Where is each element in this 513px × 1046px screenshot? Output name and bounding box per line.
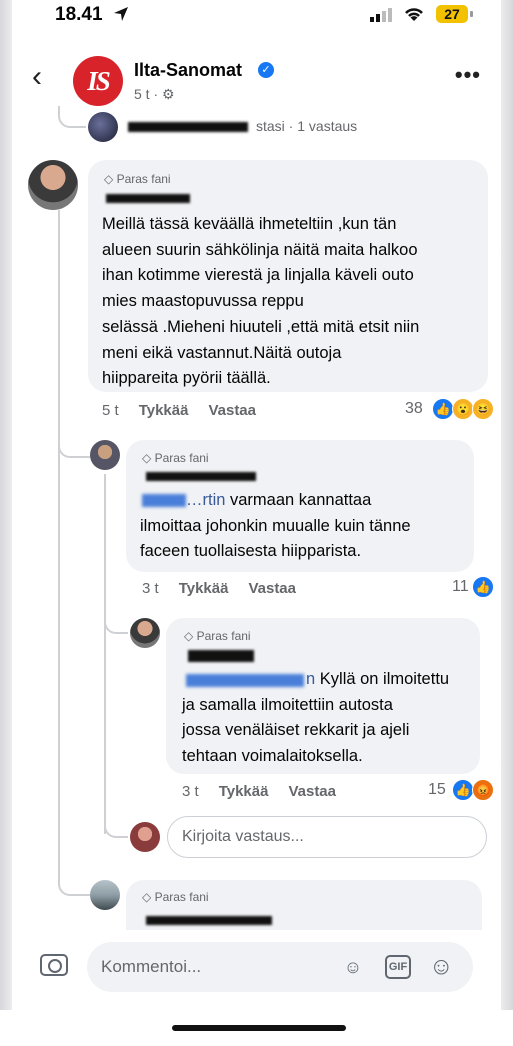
thread-line — [104, 474, 106, 834]
own-avatar — [130, 822, 160, 852]
comment-text: Meillä tässä keväällä ihmeteltiin ,kun t… — [102, 212, 486, 392]
reply-button[interactable]: Vastaa — [288, 783, 336, 800]
comment-actions: 3 t Tykkää Vastaa — [142, 580, 316, 597]
comment-line: ilmoittaa johonkin muualle kuin tänne — [140, 516, 411, 535]
redacted-name — [146, 472, 256, 481]
comment-line: Kyllä on ilmoitettu — [315, 670, 450, 688]
comment-composer: Kommentoi... ☺ GIF ☺ — [12, 930, 501, 1010]
like-button[interactable]: Tykkää — [179, 580, 229, 597]
comment-line: jossa venäläiset rekkarit ja ajeli — [182, 721, 410, 740]
comment-line: Meillä tässä keväällä ihmeteltiin ,kun t… — [102, 215, 397, 233]
commenter-avatar[interactable] — [88, 112, 118, 142]
verified-badge-icon: ✓ — [258, 62, 274, 78]
comment-text: n Kyllä on ilmoitettu ja samalla ilmoite… — [182, 667, 478, 770]
status-bar: 18.41 27 — [0, 0, 513, 34]
like-reaction-icon: 👍 — [452, 779, 474, 801]
status-time: 18.41 — [55, 4, 103, 25]
right-edge — [501, 0, 513, 1010]
thread-connector — [58, 870, 90, 896]
thread-connector — [104, 600, 128, 634]
commenter-avatar[interactable] — [90, 880, 120, 910]
wow-reaction-icon: 😮 — [452, 398, 474, 420]
battery-tip — [470, 11, 473, 17]
haha-reaction-icon: 😆 — [472, 398, 494, 420]
redacted-name — [106, 194, 190, 203]
home-indicator — [172, 1025, 346, 1031]
top-fan-label: Paras fani — [116, 172, 171, 186]
screen: 18.41 27 ‹ IS Ilta-Sanomat ✓ 5 t · ⚙ •••… — [0, 0, 513, 1046]
back-icon[interactable]: ‹ — [32, 62, 42, 92]
comment-line: hiippareita pyörii täällä. — [102, 369, 271, 388]
top-fan-badge: ◇ Paras fani — [142, 451, 209, 465]
like-button[interactable]: Tykkää — [139, 402, 189, 419]
top-fan-label: Paras fani — [154, 451, 209, 465]
comment-line: tehtaan voimalaitoksella. — [182, 747, 363, 766]
top-fan-badge: ◇ Paras fani — [104, 172, 171, 186]
thread-line — [58, 210, 60, 885]
avatar-sticker-icon[interactable]: ☺ — [341, 955, 365, 979]
comment-line: alueen suurin sähkölinja näitä maita hal… — [102, 240, 418, 259]
page-avatar[interactable]: IS — [73, 56, 123, 106]
reply-button[interactable]: Vastaa — [248, 580, 296, 597]
reply-button[interactable]: Vastaa — [208, 402, 256, 419]
comment-time: 5 t — [102, 402, 119, 419]
comment-line: ja samalla ilmoitettiin autosta — [182, 695, 393, 714]
reaction-count[interactable]: 11 — [452, 578, 469, 596]
post-time-value: 5 t — [134, 86, 150, 102]
reply-input[interactable]: Kirjoita vastaus... — [167, 816, 487, 858]
thread-connector — [58, 420, 90, 458]
commenter-avatar[interactable] — [90, 440, 120, 470]
location-arrow-icon — [114, 7, 128, 21]
commenter-avatar[interactable] — [28, 160, 78, 210]
page-name[interactable]: Ilta-Sanomat — [134, 60, 242, 81]
post-time: 5 t · ⚙ — [134, 86, 175, 102]
comment-time: 3 t — [182, 783, 199, 800]
replies-link[interactable]: stasi · 1 vastaus — [256, 118, 357, 134]
left-edge — [0, 0, 12, 1010]
comment-line: ihan kotimme vierestä ja linjalla käveli… — [102, 266, 414, 285]
thread-connector — [58, 106, 86, 128]
top-fan-badge: ◇ Paras fani — [142, 890, 209, 904]
comment-text: …rtin varmaan kannattaa ilmoittaa johonk… — [140, 488, 470, 565]
commenter-avatar[interactable] — [130, 618, 160, 648]
reaction-count[interactable]: 38 — [405, 400, 423, 418]
reaction-count[interactable]: 15 — [428, 781, 446, 799]
comment-actions: 5 t Tykkää Vastaa — [102, 402, 276, 419]
comment-line: varmaan kannattaa — [225, 491, 372, 509]
comment-time: 3 t — [142, 580, 159, 597]
battery-level: 27 — [444, 6, 460, 22]
top-fan-label: Paras fani — [154, 890, 209, 904]
redacted-name — [128, 122, 248, 132]
angry-reaction-icon: 😡 — [472, 779, 494, 801]
reply-input-placeholder: Kirjoita vastaus... — [182, 828, 304, 845]
cellular-signal-icon — [370, 8, 392, 22]
mention-link[interactable]: n — [306, 670, 315, 688]
redacted-name — [188, 650, 254, 662]
like-reaction-icon: 👍 — [472, 576, 494, 598]
emoji-icon[interactable]: ☺ — [429, 955, 454, 979]
mention-link[interactable]: …rtin — [186, 491, 225, 509]
comment-actions: 3 t Tykkää Vastaa — [182, 783, 356, 800]
wifi-icon — [405, 8, 423, 21]
top-fan-badge: ◇ Paras fani — [184, 629, 251, 643]
more-options-icon[interactable]: ••• — [455, 62, 481, 88]
comment-line: mies maastopuvussa reppu — [102, 292, 304, 311]
comment-line: faceen tuollaisesta hiipparista. — [140, 542, 362, 561]
comment-input[interactable]: Kommentoi... ☺ GIF ☺ — [87, 942, 473, 992]
redacted-name — [146, 916, 272, 925]
thread-connector — [104, 810, 128, 838]
battery-icon: 27 — [436, 5, 468, 23]
top-fan-label: Paras fani — [196, 629, 251, 643]
like-button[interactable]: Tykkää — [219, 783, 269, 800]
comment-line: meni eikä vastannut.Näitä outoja — [102, 343, 342, 362]
gif-label: GIF — [388, 961, 408, 973]
camera-icon[interactable] — [40, 954, 68, 976]
audience-gear-icon: ⚙ — [162, 86, 175, 102]
comment-line: selässä .Mieheni hiuuteli ,että mitä ets… — [102, 317, 420, 336]
like-reaction-icon: 👍 — [432, 398, 454, 420]
comment-input-placeholder: Kommentoi... — [101, 957, 202, 976]
gif-icon[interactable]: GIF — [385, 955, 411, 979]
